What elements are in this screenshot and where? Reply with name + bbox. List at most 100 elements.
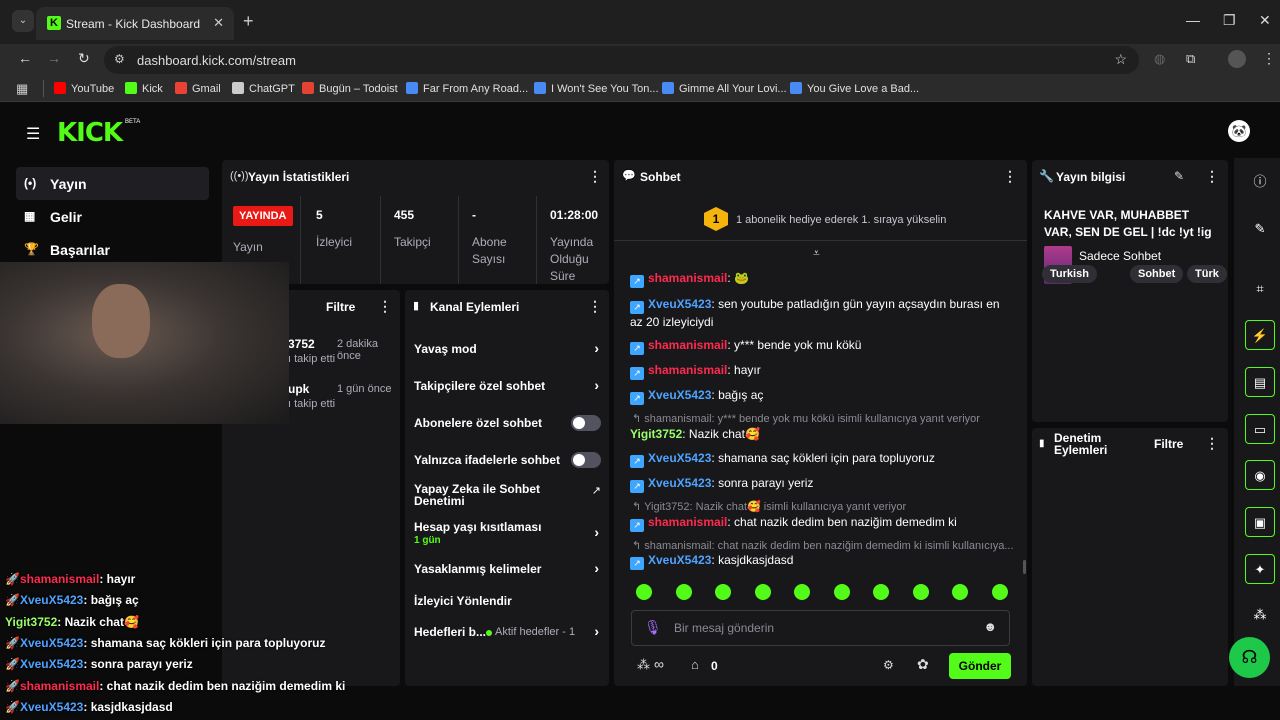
kick-points-icon[interactable]: ⁂ <box>637 657 650 673</box>
bookmark-item[interactable]: Far From Any Road... <box>406 82 528 95</box>
site-info-icon[interactable]: ⚙ <box>114 52 125 66</box>
reload-icon[interactable]: ↻ <box>78 50 90 67</box>
emote-icon[interactable] <box>675 584 692 600</box>
chat-icon[interactable]: ▭ <box>1245 414 1275 444</box>
support-headset-button[interactable]: ☊ <box>1229 637 1270 678</box>
channel-action-item[interactable]: Hedefleri b... Aktif hedefler - 1 › <box>405 623 609 655</box>
mod-filter-button[interactable]: Filtre <box>1154 437 1183 451</box>
back-icon[interactable]: ← <box>18 50 32 66</box>
activity-menu-icon[interactable]: ⋮ <box>378 298 392 315</box>
wrench-rail-icon[interactable]: ✦ <box>1245 554 1275 584</box>
chat-menu-icon[interactable]: ⋮ <box>1003 168 1017 185</box>
emote-icon[interactable] <box>715 584 731 600</box>
emote-icon[interactable] <box>636 584 652 600</box>
edit-icon[interactable]: ✎ <box>1245 214 1275 244</box>
emote-icon[interactable] <box>991 584 1008 600</box>
chat-message[interactable]: ↗ shamanismail: y*** bende yok mu kökü <box>630 337 1010 355</box>
chat-message[interactable]: Yigit3752: Nazik chat🥰 <box>630 426 1010 443</box>
sidebar-item-yayin[interactable]: (•) Yayın <box>16 167 209 200</box>
chat-message[interactable]: ↗ XveuX5423: shamana saç kökleri için par… <box>630 450 1010 468</box>
bookmark-item[interactable]: Kick <box>125 82 163 95</box>
chat-message[interactable]: ↗ XveuX5423: sen youtube patladığın gün y… <box>630 296 1010 331</box>
sidebar-item-gelir[interactable]: ▦ Gelir <box>16 200 209 233</box>
channel-action-item[interactable]: Takipçilere özel sohbet › <box>405 377 609 399</box>
chat-username[interactable]: XveuX5423 <box>648 476 711 490</box>
channel-actions-menu-icon[interactable]: ⋮ <box>588 298 602 315</box>
emoji-picker-icon[interactable]: ☻ <box>983 619 997 634</box>
chat-settings-gear-icon[interactable]: ⚙ <box>883 658 894 672</box>
bookmark-item[interactable]: I Won't See You Ton... <box>534 82 659 95</box>
emote-icon[interactable] <box>952 584 968 600</box>
send-message-button[interactable]: Gönder <box>949 653 1011 679</box>
activity-user[interactable]: 3752 <box>288 337 315 351</box>
chat-message[interactable]: ↗ shamanismail: hayır <box>630 362 1010 380</box>
points-rail-icon[interactable]: ⁂ <box>1245 600 1275 630</box>
chat-scrollbar[interactable] <box>1023 560 1026 574</box>
activity-user[interactable]: upk <box>288 382 309 396</box>
channel-action-item[interactable]: Yavaş mod › <box>405 340 609 362</box>
maximize-icon[interactable]: ❐ <box>1223 12 1236 29</box>
kick-logo[interactable]: KICK <box>57 118 123 148</box>
bookmark-item[interactable]: YouTube <box>54 82 114 95</box>
user-avatar[interactable]: 🐼 <box>1228 120 1250 142</box>
extensions-puzzle-icon[interactable]: ⧉ <box>1186 51 1195 67</box>
stats-menu-icon[interactable]: ⋮ <box>588 168 602 185</box>
stream-tag[interactable]: Türk <box>1187 265 1227 283</box>
predictions-icon[interactable]: ✿ <box>917 656 929 673</box>
channel-action-item[interactable]: Yasaklanmış kelimeler › <box>405 560 609 582</box>
channel-action-item[interactable]: Yapay Zeka ile Sohbet Denetimi ↗ <box>405 483 609 507</box>
chat-message[interactable]: ↗ XveuX5423: kasjdkasjdasd <box>630 552 1010 570</box>
chat-username[interactable]: shamanismail <box>648 515 727 529</box>
channel-action-item[interactable]: Abonelere özel sohbet <box>405 415 609 436</box>
channel-action-item[interactable]: İzleyici Yönlendir <box>405 594 609 614</box>
broadcast-rail-icon[interactable]: ◉ <box>1245 460 1275 490</box>
apps-grid-icon[interactable]: ▦ <box>16 81 28 97</box>
chat-message[interactable]: ↗ XveuX5423: sonra parayı yeriz <box>630 475 1010 493</box>
store-icon[interactable]: ⌂ <box>691 657 699 672</box>
document-icon[interactable]: ▤ <box>1245 367 1275 397</box>
tab-search-button[interactable]: ⌄ <box>12 10 34 32</box>
collapse-pinned-icon[interactable]: ⩡ <box>813 246 820 261</box>
toggle-switch[interactable] <box>571 452 601 468</box>
chat-username[interactable]: XveuX5423 <box>648 388 711 402</box>
new-tab-button[interactable]: + <box>243 11 254 32</box>
bookmark-item[interactable]: Gimme All Your Lovi... <box>662 82 787 95</box>
info-icon[interactable]: ⓘ <box>1245 167 1275 197</box>
chat-username[interactable]: XveuX5423 <box>648 451 711 465</box>
emote-icon[interactable] <box>794 584 810 600</box>
bookmark-item[interactable]: ChatGPT <box>232 82 295 95</box>
bookmark-item[interactable]: You Give Love a Bad... <box>790 82 919 95</box>
minimize-icon[interactable]: — <box>1186 12 1200 28</box>
chat-message[interactable]: ↗ shamanismail: chat nazik dedim ben nazi… <box>630 514 1010 532</box>
channel-action-item[interactable]: Hesap yaşı kısıtlaması 1 gün › <box>405 520 609 550</box>
chat-username[interactable]: XveuX5423 <box>648 297 711 311</box>
lightning-icon[interactable]: ⚡ <box>1245 320 1275 350</box>
activity-filter-button[interactable]: Filtre <box>326 300 355 314</box>
stream-tag[interactable]: Turkish <box>1042 265 1097 283</box>
bookmark-star-icon[interactable]: ☆ <box>1114 51 1127 68</box>
forward-icon[interactable]: → <box>47 50 61 66</box>
toggle-switch[interactable] <box>571 415 601 431</box>
emote-icon[interactable] <box>912 584 929 600</box>
media-icon[interactable]: ▣ <box>1245 507 1275 537</box>
close-tab-icon[interactable]: ✕ <box>213 15 224 31</box>
chat-input-box[interactable]: 🎙 Bir mesaj gönderin ☻ <box>631 610 1010 646</box>
chat-username[interactable]: Yigit3752 <box>630 427 682 441</box>
profile-avatar-icon[interactable] <box>1228 50 1246 68</box>
chat-message[interactable]: ↗ shamanismail: 🐸 <box>630 270 1010 288</box>
browser-menu-icon[interactable]: ⋮ <box>1262 50 1276 67</box>
channel-action-item[interactable]: Yalnızca ifadelerle sohbet <box>405 452 609 473</box>
emote-icon[interactable] <box>833 584 850 600</box>
edit-pencil-icon[interactable]: ✎ <box>1174 169 1184 183</box>
menu-hamburger-icon[interactable]: ☰ <box>26 124 40 144</box>
category-name[interactable]: Sadece Sohbet <box>1079 249 1161 263</box>
microphone-icon[interactable]: 🎙 <box>644 619 662 636</box>
stream-info-menu-icon[interactable]: ⋮ <box>1205 168 1219 185</box>
close-window-icon[interactable]: ✕ <box>1259 12 1271 29</box>
mod-actions-menu-icon[interactable]: ⋮ <box>1205 435 1219 452</box>
emote-icon[interactable] <box>754 584 771 600</box>
stream-tag[interactable]: Sohbet <box>1130 265 1184 283</box>
scan-icon[interactable]: ⌗ <box>1245 274 1275 304</box>
chat-username[interactable]: shamanismail <box>648 338 727 352</box>
chat-username[interactable]: shamanismail <box>648 363 727 377</box>
